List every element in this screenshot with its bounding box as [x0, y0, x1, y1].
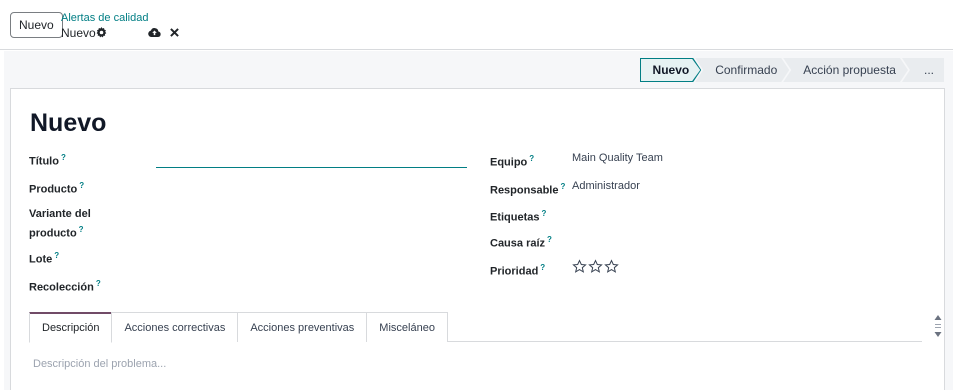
tab-acciones-correctivas[interactable]: Acciones correctivas — [111, 312, 239, 342]
star-icon[interactable] — [604, 259, 619, 274]
gear-icon[interactable] — [96, 27, 107, 38]
stage-confirmado[interactable]: Confirmado — [695, 58, 789, 82]
titulo-input[interactable] — [156, 167, 467, 168]
stage-more-dropdown[interactable]: ... — [901, 58, 944, 82]
label-equipo: Equipo? — [490, 154, 535, 169]
help-icon[interactable]: ? — [560, 182, 565, 191]
control-panel: Nuevo Alertas de calidad Nuevo — [0, 0, 953, 50]
label-variante: Variante del producto? — [29, 208, 91, 240]
close-icon[interactable] — [170, 28, 179, 37]
stage-nuevo[interactable]: Nuevo — [640, 58, 702, 82]
help-icon[interactable]: ? — [54, 251, 59, 260]
description-editor[interactable]: Descripción del problema... — [33, 358, 166, 370]
label-etiquetas: Etiquetas? — [490, 209, 547, 224]
label-recoleccion: Recolección? — [29, 279, 101, 294]
tab-descripcion[interactable]: Descripción — [29, 312, 113, 343]
scroll-arrows-icon[interactable] — [934, 315, 942, 337]
help-icon[interactable]: ? — [61, 153, 66, 162]
cloud-upload-icon[interactable] — [148, 27, 161, 38]
help-icon[interactable]: ? — [547, 235, 552, 244]
help-icon[interactable]: ? — [79, 181, 84, 190]
equipo-field[interactable]: Main Quality Team — [572, 152, 663, 164]
status-bar: Nuevo Confirmado Acción propuesta ... — [640, 58, 944, 82]
label-prioridad: Prioridad? — [490, 263, 546, 278]
label-titulo: Título? — [29, 153, 66, 168]
label-producto: Producto? — [29, 181, 85, 196]
record-title: Nuevo — [30, 109, 107, 137]
help-icon[interactable]: ? — [542, 209, 547, 218]
stage-accion-propuesta[interactable]: Acción propuesta — [783, 58, 908, 82]
form-sheet: Nuevo Título? Producto? Variante del prod… — [10, 88, 945, 390]
help-icon[interactable]: ? — [529, 154, 534, 163]
tab-miscelaneo[interactable]: Misceláneo — [366, 312, 448, 342]
label-responsable: Responsable? — [490, 182, 566, 197]
tab-acciones-preventivas[interactable]: Acciones preventivas — [237, 312, 368, 342]
star-icon[interactable] — [572, 259, 587, 274]
new-button[interactable]: Nuevo — [10, 12, 63, 38]
help-icon[interactable]: ? — [96, 279, 101, 288]
help-icon[interactable]: ? — [79, 225, 84, 234]
label-causa-raiz: Causa raíz? — [490, 235, 552, 250]
label-lote: Lote? — [29, 251, 60, 266]
notebook-tabs: Descripción Acciones correctivas Accione… — [29, 312, 922, 343]
record-name: Nuevo — [61, 26, 96, 40]
help-icon[interactable]: ? — [540, 263, 545, 272]
priority-stars — [572, 259, 619, 274]
star-icon[interactable] — [588, 259, 603, 274]
responsable-field[interactable]: Administrador — [572, 180, 640, 192]
breadcrumb-alertas-de-calidad[interactable]: Alertas de calidad — [61, 12, 148, 24]
